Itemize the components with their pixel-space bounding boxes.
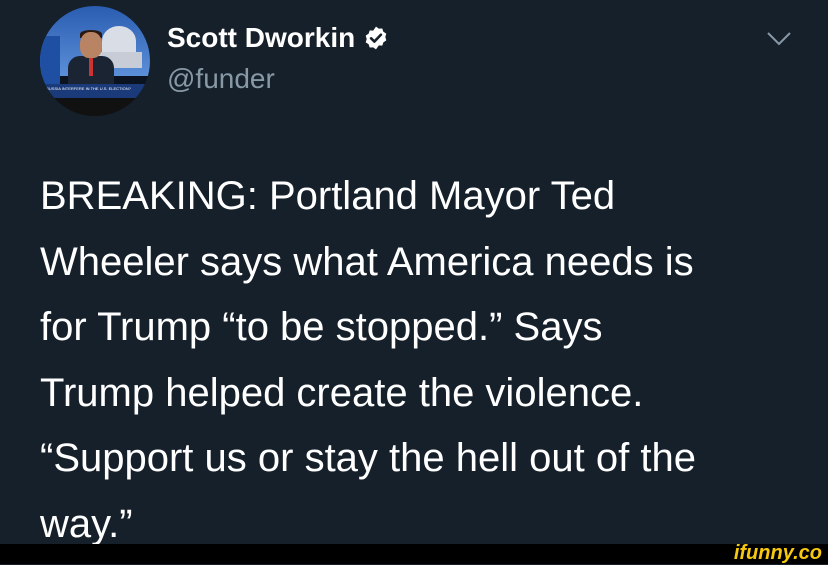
avatar-ticker-text: RUSSIA INTERFERE IN THE U.S. ELECTION? [46,86,131,91]
chevron-down-icon[interactable] [766,30,792,48]
verified-badge-icon [365,26,387,50]
tweet-card: RUSSIA INTERFERE IN THE U.S. ELECTION? S… [0,0,828,546]
tweet-text: BREAKING: Portland Mayor Ted Wheeler say… [40,174,696,546]
footer-bar [0,544,828,564]
author-name[interactable]: Scott Dworkin [167,22,355,54]
avatar[interactable]: RUSSIA INTERFERE IN THE U.S. ELECTION? [40,6,150,116]
author-handle[interactable]: @funder [167,63,275,95]
ifunny-watermark: ifunny.co [733,542,822,564]
author-name-row[interactable]: Scott Dworkin [167,22,389,54]
